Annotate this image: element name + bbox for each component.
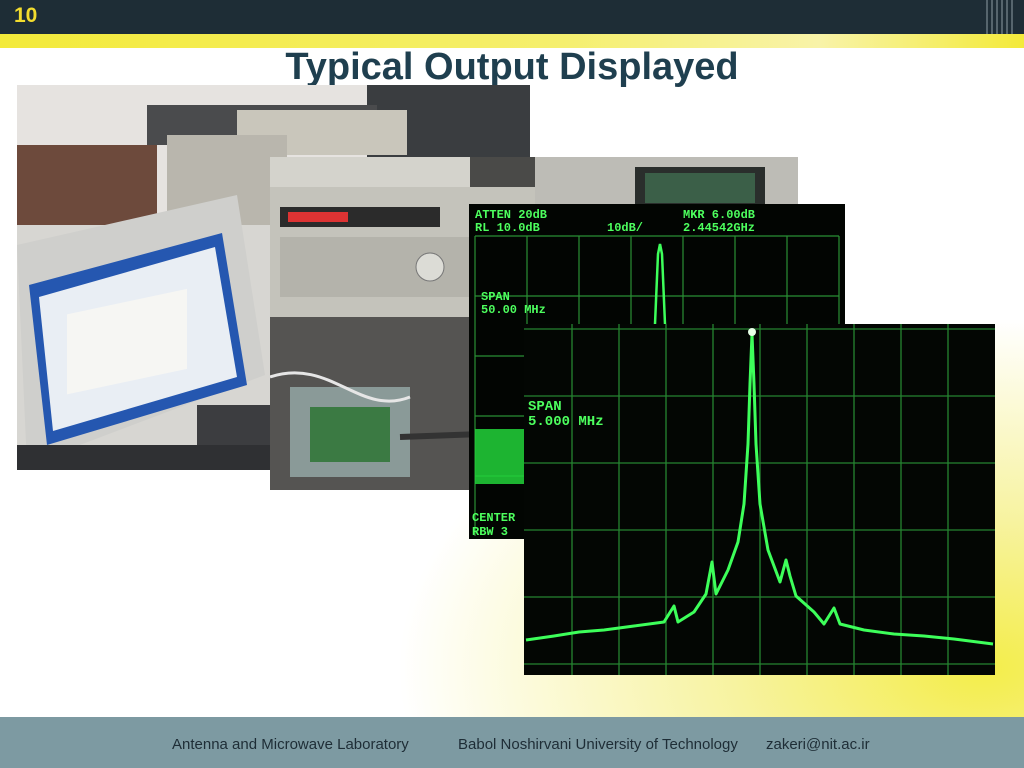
footer-university: Babol Noshirvani University of Technolog… xyxy=(458,736,738,753)
top-bar: 10 xyxy=(0,0,1024,34)
scale-label: 10dB/ xyxy=(607,221,643,235)
span-label: SPAN xyxy=(481,290,510,304)
spectrum-analyzer-5mhz: SPAN 5.000 MHz xyxy=(524,324,995,675)
decorative-lines xyxy=(986,0,1016,34)
footer-email: zakeri@nit.ac.ir xyxy=(766,736,870,753)
rl-label: RL 10.0dB xyxy=(475,221,540,235)
center-label: CENTER xyxy=(472,511,516,525)
freq-label: 2.44542GHz xyxy=(683,221,755,235)
span-value-2: 5.000 MHz xyxy=(528,414,604,430)
atten-label: ATTEN 20dB xyxy=(475,208,547,222)
span-value: 50.00 MHz xyxy=(481,303,546,317)
span-label-2: SPAN xyxy=(528,399,562,415)
footer-bar: Antenna and Microwave Laboratory Babol N… xyxy=(0,717,1024,768)
analyzer-background-photo xyxy=(535,157,798,207)
mkr-label: MKR 6.00dB xyxy=(683,208,755,222)
rbw-label: RBW 3 xyxy=(472,525,508,539)
slide-number: 10 xyxy=(14,4,38,27)
slide-title: Typical Output Displayed xyxy=(285,46,739,88)
footer-lab: Antenna and Microwave Laboratory xyxy=(172,736,409,753)
